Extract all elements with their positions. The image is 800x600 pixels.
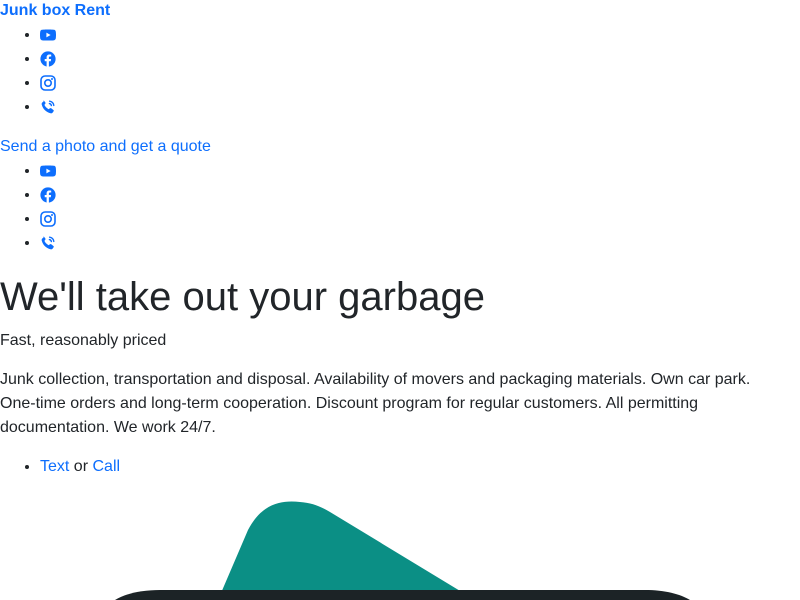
facebook-link[interactable] [40,187,56,203]
phone-link[interactable] [40,99,56,115]
youtube-link[interactable] [40,27,56,43]
youtube-icon [40,165,56,177]
social-item-instagram [40,71,56,95]
phone-call-icon [41,99,55,114]
teal-shape [218,501,475,600]
youtube-link[interactable] [40,163,56,179]
cta-item: Text or Call [40,455,120,479]
social-item-phone [40,231,56,255]
facebook-link[interactable] [40,51,56,67]
cta-separator: or [73,458,89,475]
social-item-youtube [40,23,56,47]
hero-description: Junk collection, transportation and disp… [0,371,751,436]
social-item-facebook [40,47,56,71]
facebook-icon [40,51,56,67]
call-link[interactable]: Call [92,458,120,475]
text-link[interactable]: Text [40,458,69,475]
phone-call-icon [41,235,55,250]
social-item-phone [40,95,56,119]
send-photo-quote-link[interactable]: Send a photo and get a quote [0,137,211,157]
social-item-facebook [40,183,56,207]
cta-list: Text or Call [0,455,120,479]
hero-title: We'll take out your garbage [0,275,485,319]
brand-logo-link[interactable]: Junk box Rent [0,1,110,21]
social-item-youtube [40,159,56,183]
dark-shape [115,590,690,600]
facebook-icon [40,187,56,203]
phone-link[interactable] [40,235,56,251]
hero-tagline: Fast, reasonably priced [0,332,167,349]
hero-illustration [115,501,690,600]
social-item-instagram [40,207,56,231]
youtube-icon [40,29,56,41]
instagram-icon [40,74,56,91]
instagram-icon [40,210,56,227]
instagram-link[interactable] [40,210,56,227]
instagram-link[interactable] [40,74,56,91]
social-links-header [0,23,56,119]
social-links-secondary [0,159,56,255]
